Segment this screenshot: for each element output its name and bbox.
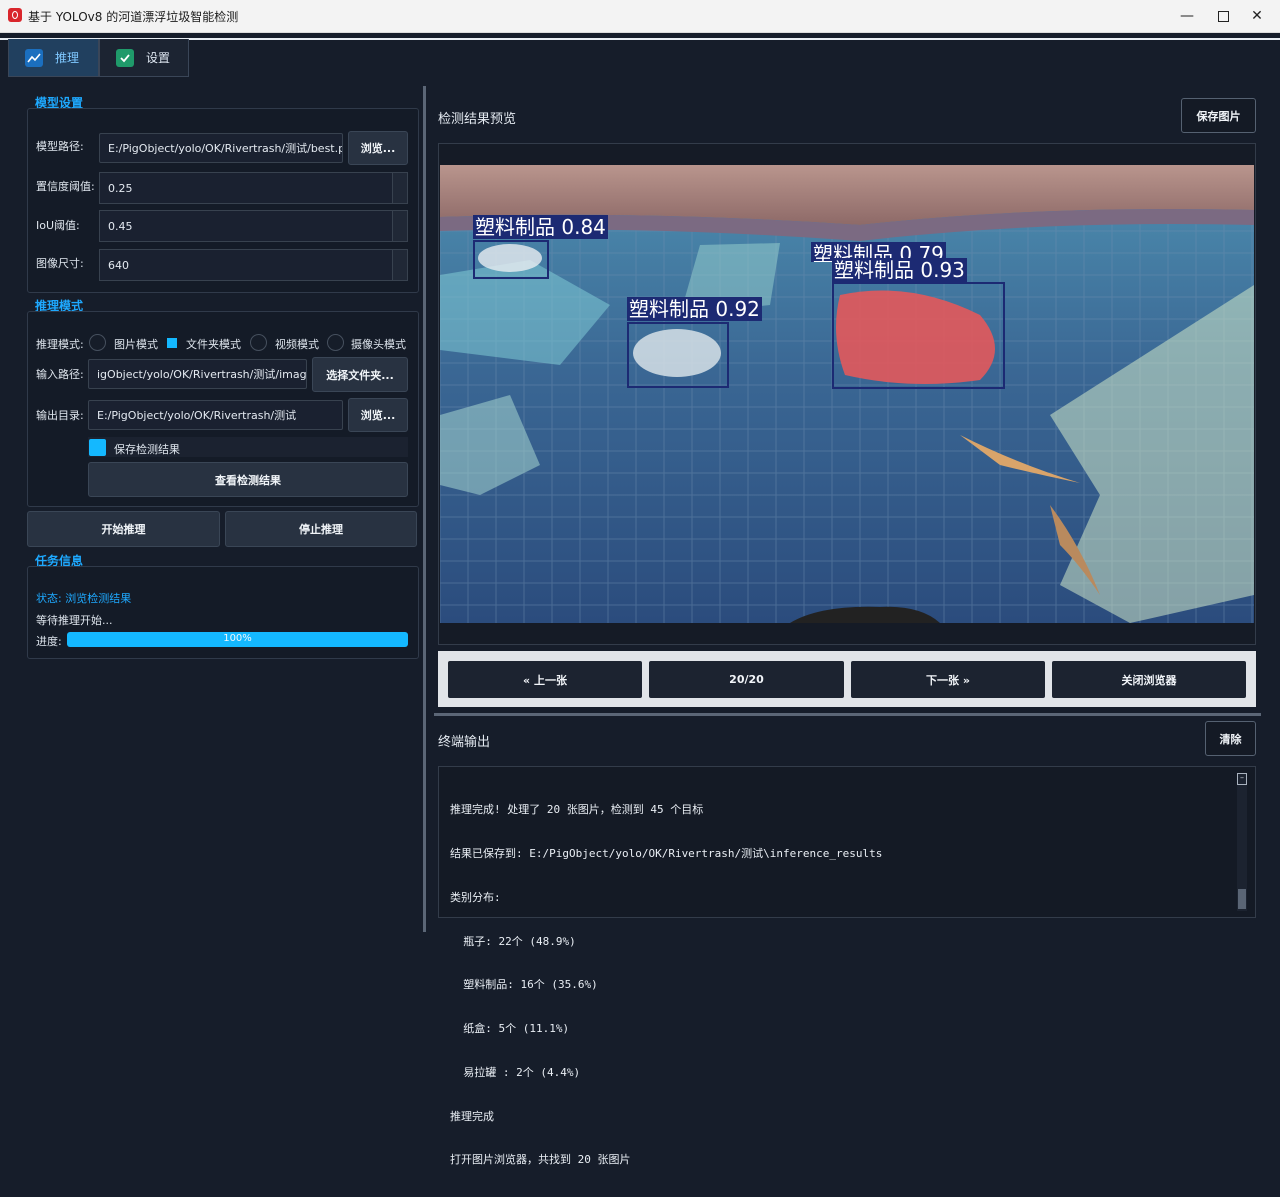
tab-label: 设置 (146, 51, 171, 65)
detection-label: 塑料制品 0.93 (832, 258, 967, 282)
confidence-label: 置信度阈值: (36, 180, 95, 193)
save-results-checkbox[interactable] (89, 439, 106, 456)
terminal-output: 推理完成! 处理了 20 张图片，检测到 45 个目标 结果已保存到: E:/P… (438, 766, 1256, 1166)
iou-value: 0.45 (108, 219, 133, 233)
terminal-line: 塑料制品: 16个 (35.6%) (450, 978, 598, 992)
header-divider (0, 38, 1280, 40)
clear-terminal-button[interactable]: 清除 (1205, 721, 1256, 756)
radio-video-mode[interactable] (250, 334, 267, 351)
iou-label: IoU阈值: (36, 219, 80, 232)
detection-box (473, 240, 549, 279)
chart-line-icon (25, 48, 43, 67)
main-tabs: 推理 设置 (8, 39, 189, 77)
waiting-text: 等待推理开始... (36, 614, 113, 627)
window-title: 基于 YOLOv8 的河道漂浮垃圾智能检测 (28, 10, 239, 24)
tab-inference[interactable]: 推理 (8, 39, 99, 77)
detection-image: 塑料制品 0.84 塑料制品 0.92 塑料制品 0.79 塑料制品 0.93 (440, 165, 1254, 623)
image-counter: 20/20 (649, 661, 844, 698)
status-text: 状态: 浏览检测结果 (36, 592, 132, 605)
progress-text: 100% (223, 633, 252, 644)
output-dir-field[interactable]: E:/PigObject/yolo/OK/Rivertrash/测试 (88, 400, 343, 430)
terminal-line: 易拉罐 : 2个 (4.4%) (450, 1065, 581, 1079)
mode-option-video: 视频模式 (275, 338, 319, 351)
image-size-label: 图像尺寸: (36, 257, 84, 270)
detection-label: 塑料制品 0.84 (473, 215, 608, 239)
radio-image-mode[interactable] (89, 334, 106, 351)
progress-label: 进度: (36, 635, 62, 648)
output-dir-label: 输出目录: (36, 409, 84, 422)
close-browser-button[interactable]: 关闭浏览器 (1052, 661, 1246, 698)
radio-camera-mode[interactable] (327, 334, 344, 351)
image-size-spinbox[interactable]: 640 (99, 249, 408, 281)
detection-box (832, 282, 1005, 389)
app-logo-icon (8, 8, 22, 22)
model-path-label: 模型路径: (36, 140, 84, 153)
input-path-label: 输入路径: (36, 368, 84, 381)
preview-title: 检测结果预览 (438, 112, 517, 127)
iou-spinbox[interactable]: 0.45 (99, 210, 408, 242)
close-icon: ✕ (1251, 8, 1263, 24)
spin-arrows[interactable] (392, 211, 407, 241)
terminal-line: 类别分布: (450, 890, 501, 904)
detection-label: 塑料制品 0.92 (627, 297, 762, 321)
view-results-button[interactable]: 查看检测结果 (88, 462, 408, 497)
spin-arrows[interactable] (392, 250, 407, 280)
select-folder-button[interactable]: 选择文件夹... (312, 357, 408, 392)
close-window-button[interactable]: ✕ (1234, 0, 1280, 32)
minimize-icon: — (1180, 8, 1194, 24)
stop-inference-button[interactable]: 停止推理 (225, 511, 417, 547)
maximize-icon (1217, 10, 1229, 22)
progress-bar: 100% (67, 632, 408, 647)
spin-arrows[interactable] (392, 173, 407, 203)
tab-label: 推理 (55, 51, 80, 65)
terminal-title: 终端输出 (438, 735, 491, 750)
model-path-field[interactable]: E:/PigObject/yolo/OK/Rivertrash/测试/best.… (99, 133, 343, 163)
input-path-field[interactable]: igObject/yolo/OK/Rivertrash/测试/image (88, 359, 307, 389)
checkbox-icon (116, 48, 134, 67)
output-browse-button[interactable]: 浏览... (348, 398, 408, 432)
terminal-line: 推理完成! 处理了 20 张图片，检测到 45 个目标 (450, 803, 704, 817)
terminal-lines: 推理完成! 处理了 20 张图片，检测到 45 个目标 结果已保存到: E:/P… (450, 774, 882, 1197)
model-browse-button[interactable]: 浏览... (348, 131, 408, 165)
start-inference-button[interactable]: 开始推理 (27, 511, 220, 547)
confidence-value: 0.25 (108, 181, 133, 195)
terminal-line: 结果已保存到: E:/PigObject/yolo/OK/Rivertrash/… (450, 846, 883, 860)
title-bar: 基于 YOLOv8 的河道漂浮垃圾智能检测 — ✕ (0, 0, 1280, 33)
save-image-button[interactable]: 保存图片 (1181, 98, 1256, 133)
mode-option-image: 图片模式 (114, 338, 158, 351)
image-size-value: 640 (108, 258, 129, 272)
scroll-thumb[interactable] (1238, 889, 1246, 909)
terminal-line: 瓶子: 22个 (48.9%) (450, 934, 576, 948)
mode-label: 推理模式: (36, 338, 84, 351)
tab-settings[interactable]: 设置 (99, 39, 189, 77)
panel-splitter[interactable] (423, 86, 426, 932)
terminal-line: 推理完成 (450, 1109, 494, 1123)
scroll-up-icon[interactable]: – (1237, 773, 1247, 785)
prev-image-button[interactable]: « 上一张 (448, 661, 642, 698)
terminal-line: 纸盒: 5个 (11.1%) (450, 1022, 570, 1036)
confidence-spinbox[interactable]: 0.25 (99, 172, 408, 204)
terminal-line: 打开图片浏览器，共找到 20 张图片 (450, 1153, 631, 1167)
next-image-button[interactable]: 下一张 » (851, 661, 1045, 698)
mode-option-folder: 文件夹模式 (186, 338, 241, 351)
terminal-scrollbar[interactable]: – (1237, 773, 1247, 911)
detection-box (627, 322, 729, 388)
save-results-label: 保存检测结果 (114, 443, 180, 456)
mode-option-camera: 摄像头模式 (351, 338, 406, 351)
horizontal-splitter[interactable] (434, 713, 1261, 716)
save-results-row[interactable]: 保存检测结果 (88, 437, 408, 457)
image-navigation-bar: « 上一张 20/20 下一张 » 关闭浏览器 (438, 651, 1256, 707)
radio-folder-mode[interactable] (167, 338, 177, 348)
